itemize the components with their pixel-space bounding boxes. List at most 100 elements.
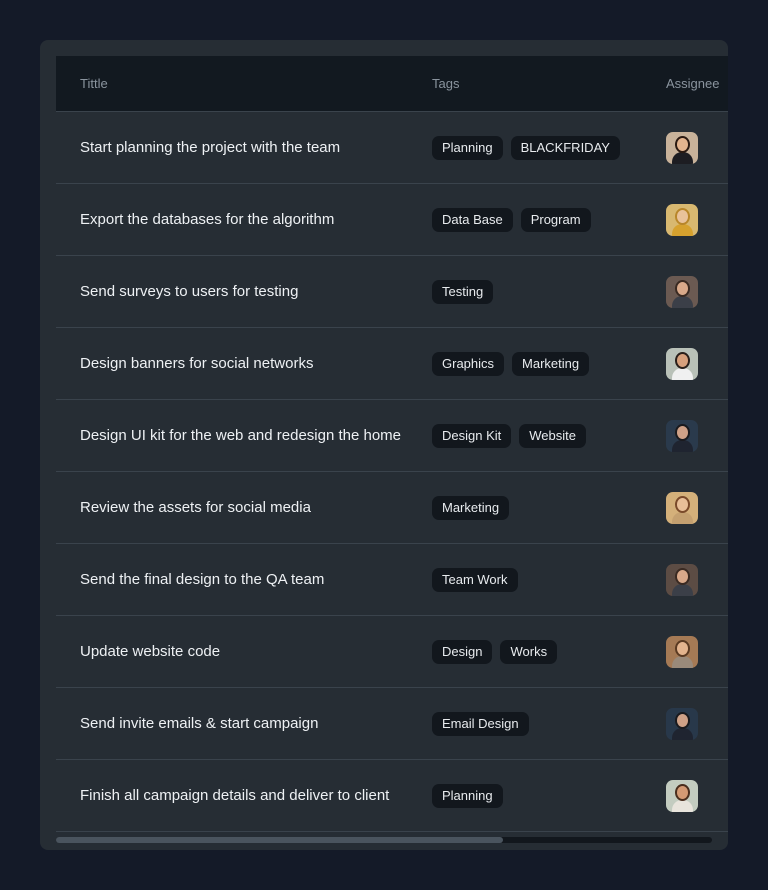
task-title[interactable]: Design UI kit for the web and redesign t… — [80, 427, 401, 444]
table-row[interactable]: Design banners for social networks Graphi… — [56, 328, 728, 400]
horizontal-scrollbar[interactable] — [56, 837, 712, 843]
avatar-body-shape — [672, 439, 693, 452]
avatar-face-shape — [677, 785, 688, 799]
avatar-face-shape — [677, 209, 688, 223]
column-header-assignee[interactable]: Assignee — [666, 76, 728, 91]
avatar-face-shape — [677, 281, 688, 295]
row-title-cell: Update website code — [56, 643, 432, 661]
avatar-face-shape — [677, 569, 688, 583]
tag-chip[interactable]: Planning — [432, 783, 503, 808]
table-row[interactable]: Export the databases for the algorithm Da… — [56, 184, 728, 256]
tag-chip[interactable]: Team Work — [432, 567, 518, 592]
row-assignee-cell — [666, 419, 728, 452]
table-row[interactable]: Finish all campaign details and deliver … — [56, 760, 728, 832]
table-viewport[interactable]: Tittle Tags Assignee Start planning the … — [56, 56, 728, 832]
tag-chip[interactable]: Graphics — [432, 351, 505, 376]
row-title-cell: Export the databases for the algorithm — [56, 211, 432, 229]
task-title[interactable]: Update website code — [80, 643, 220, 660]
avatar[interactable] — [666, 563, 698, 596]
tag-chip[interactable]: Planning — [432, 135, 503, 160]
avatar-body-shape — [672, 799, 693, 812]
tag-chip[interactable]: Data Base — [432, 207, 513, 232]
row-tags-cell: Planning BLACKFRIDAY — [432, 135, 666, 160]
tag-chip[interactable]: Testing — [432, 279, 494, 304]
table-row[interactable]: Design UI kit for the web and redesign t… — [56, 400, 728, 472]
tag-chip[interactable]: Website — [519, 423, 586, 448]
avatar-body-shape — [672, 655, 693, 668]
avatar[interactable] — [666, 131, 698, 164]
table-row[interactable]: Send surveys to users for testing Testing — [56, 256, 728, 328]
task-title[interactable]: Design banners for social networks — [80, 355, 313, 372]
task-title[interactable]: Start planning the project with the team — [80, 139, 340, 156]
avatar[interactable] — [666, 347, 698, 380]
row-assignee-cell — [666, 779, 728, 812]
avatar[interactable] — [666, 707, 698, 740]
avatar-body-shape — [672, 583, 693, 596]
table-row[interactable]: Send the final design to the QA team Team… — [56, 544, 728, 616]
column-header-title[interactable]: Tittle — [56, 76, 432, 91]
row-title-cell: Start planning the project with the team — [56, 139, 432, 157]
avatar-body-shape — [672, 511, 693, 524]
avatar[interactable] — [666, 491, 698, 524]
row-assignee-cell — [666, 275, 728, 308]
tag-chip[interactable]: BLACKFRIDAY — [510, 135, 620, 160]
row-tags-cell: Data Base Program — [432, 207, 666, 232]
avatar-body-shape — [672, 367, 693, 380]
row-tags-cell: Testing — [432, 279, 666, 304]
tag-chip[interactable]: Email Design — [432, 711, 529, 736]
row-tags-cell: Design Kit Website — [432, 423, 666, 448]
row-assignee-cell — [666, 707, 728, 740]
tag-chip[interactable]: Works — [500, 639, 558, 664]
avatar[interactable] — [666, 779, 698, 812]
row-tags-cell: Design Works — [432, 639, 666, 664]
table-row[interactable]: Update website code Design Works — [56, 616, 728, 688]
avatar[interactable] — [666, 635, 698, 668]
avatar-body-shape — [672, 223, 693, 236]
row-assignee-cell — [666, 347, 728, 380]
table-row[interactable]: Send invite emails & start campaign Email… — [56, 688, 728, 760]
tag-chip[interactable]: Design Kit — [432, 423, 512, 448]
table-row[interactable]: Review the assets for social media Market… — [56, 472, 728, 544]
row-tags-cell: Planning — [432, 783, 666, 808]
row-assignee-cell — [666, 203, 728, 236]
tag-chip[interactable]: Marketing — [432, 495, 510, 520]
row-assignee-cell — [666, 635, 728, 668]
task-table: Tittle Tags Assignee Start planning the … — [56, 56, 728, 832]
row-title-cell: Design UI kit for the web and redesign t… — [56, 427, 432, 445]
avatar-face-shape — [677, 497, 688, 511]
row-title-cell: Send invite emails & start campaign — [56, 715, 432, 733]
tag-chip[interactable]: Design — [432, 639, 493, 664]
task-title[interactable]: Finish all campaign details and deliver … — [80, 787, 389, 804]
avatar[interactable] — [666, 275, 698, 308]
row-tags-cell: Team Work — [432, 567, 666, 592]
tag-chip[interactable]: Program — [520, 207, 591, 232]
avatar-face-shape — [677, 641, 688, 655]
row-title-cell: Finish all campaign details and deliver … — [56, 787, 432, 805]
task-title[interactable]: Export the databases for the algorithm — [80, 211, 334, 228]
table-body: Start planning the project with the team… — [56, 112, 728, 832]
avatar-face-shape — [677, 425, 688, 439]
avatar[interactable] — [666, 203, 698, 236]
avatar[interactable] — [666, 419, 698, 452]
avatar-body-shape — [672, 727, 693, 740]
avatar-body-shape — [672, 295, 693, 308]
task-title[interactable]: Review the assets for social media — [80, 499, 311, 516]
row-tags-cell: Marketing — [432, 495, 666, 520]
tag-chip[interactable]: Marketing — [512, 351, 590, 376]
row-tags-cell: Email Design — [432, 711, 666, 736]
row-title-cell: Send surveys to users for testing — [56, 283, 432, 301]
scrollbar-thumb[interactable] — [56, 837, 503, 843]
task-table-card: Tittle Tags Assignee Start planning the … — [40, 40, 728, 850]
column-header-tags[interactable]: Tags — [432, 76, 666, 91]
task-title[interactable]: Send invite emails & start campaign — [80, 715, 318, 732]
task-title[interactable]: Send the final design to the QA team — [80, 571, 324, 588]
avatar-face-shape — [677, 353, 688, 367]
row-title-cell: Send the final design to the QA team — [56, 571, 432, 589]
avatar-body-shape — [672, 151, 693, 164]
table-header: Tittle Tags Assignee — [56, 56, 728, 112]
row-assignee-cell — [666, 131, 728, 164]
row-tags-cell: Graphics Marketing — [432, 351, 666, 376]
table-row[interactable]: Start planning the project with the team… — [56, 112, 728, 184]
row-assignee-cell — [666, 491, 728, 524]
task-title[interactable]: Send surveys to users for testing — [80, 283, 298, 300]
